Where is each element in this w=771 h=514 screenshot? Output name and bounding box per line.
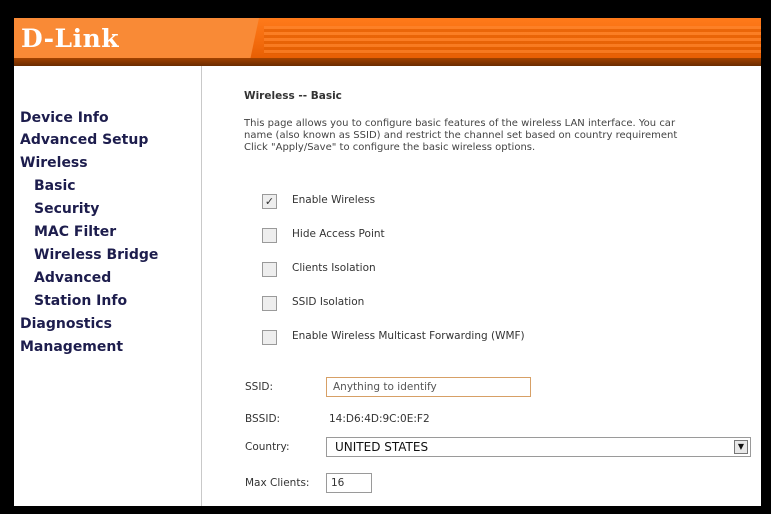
sidebar-item-security[interactable]: Security (34, 201, 99, 217)
sidebar-item-wireless-bridge[interactable]: Wireless Bridge (34, 247, 158, 263)
page-description: This page allows you to configure basic … (244, 118, 761, 154)
page-title: Wireless -- Basic (244, 90, 342, 102)
description-line: This page allows you to configure basic … (244, 118, 676, 129)
clients-isolation-checkbox[interactable] (262, 262, 277, 277)
country-selected-value: UNITED STATES (335, 440, 429, 454)
sidebar-item-management[interactable]: Management (20, 339, 123, 355)
bssid-value: 14:D6:4D:9C:0E:F2 (329, 413, 430, 425)
sidebar-item-device-info[interactable]: Device Info (20, 110, 109, 126)
sidebar-item-wireless[interactable]: Wireless (20, 155, 88, 171)
description-line: name (also known as SSID) and restrict t… (244, 130, 678, 141)
dlink-logo: D-Link (21, 24, 120, 53)
enable-wireless-checkbox[interactable]: ✓ (262, 194, 277, 209)
sidebar-item-advanced[interactable]: Advanced (34, 270, 111, 286)
frame-border-top (0, 0, 771, 18)
max-clients-label: Max Clients: (245, 477, 310, 489)
hide-access-point-checkbox[interactable] (262, 228, 277, 243)
header-decoration (264, 26, 761, 54)
ssid-input[interactable] (326, 377, 531, 397)
header-bottom-bar (14, 58, 761, 66)
sidebar-nav: Device Info Advanced Setup Wireless Basi… (14, 66, 202, 506)
ssid-isolation-checkbox[interactable] (262, 296, 277, 311)
sidebar-item-diagnostics[interactable]: Diagnostics (20, 316, 112, 332)
sidebar-item-station-info[interactable]: Station Info (34, 293, 127, 309)
enable-wireless-label: Enable Wireless (292, 194, 376, 206)
frame-border-left (0, 0, 14, 514)
country-select[interactable]: UNITED STATES ▼ (326, 437, 751, 457)
country-label: Country: (245, 441, 290, 453)
frame-border-right (761, 0, 771, 514)
frame-border-bottom (0, 506, 771, 514)
sidebar-item-basic[interactable]: Basic (34, 178, 76, 194)
clients-isolation-label: Clients Isolation (292, 262, 376, 274)
bssid-label: BSSID: (245, 413, 281, 425)
ssid-isolation-label: SSID Isolation (292, 296, 365, 308)
sidebar-item-advanced-setup[interactable]: Advanced Setup (20, 132, 148, 148)
main-content: Wireless -- Basic This page allows you t… (202, 66, 761, 506)
ssid-label: SSID: (245, 381, 274, 393)
hide-access-point-label: Hide Access Point (292, 228, 385, 240)
wmf-label: Enable Wireless Multicast Forwarding (WM… (292, 330, 525, 342)
sidebar-item-mac-filter[interactable]: MAC Filter (34, 224, 116, 240)
description-line: Click "Apply/Save" to configure the basi… (244, 142, 536, 153)
wmf-checkbox[interactable] (262, 330, 277, 345)
max-clients-input[interactable] (326, 473, 372, 493)
chevron-down-icon[interactable]: ▼ (734, 440, 748, 454)
router-admin-page: D-Link Device Info Advanced Setup Wirele… (14, 18, 761, 506)
header-banner: D-Link (14, 18, 761, 66)
